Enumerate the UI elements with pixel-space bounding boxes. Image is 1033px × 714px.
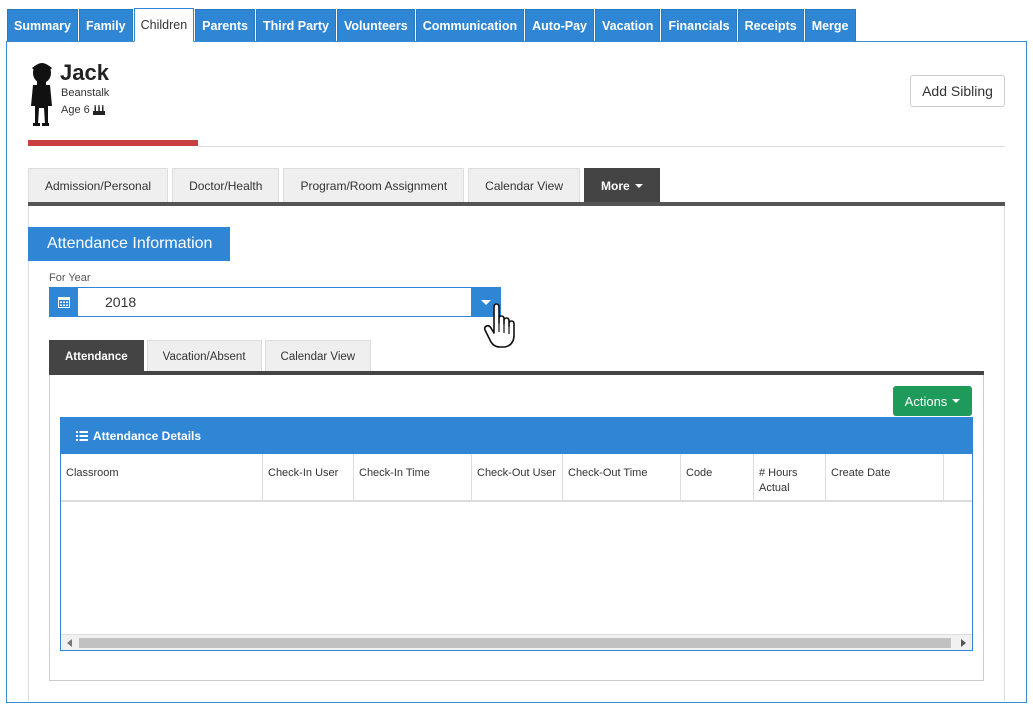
caret-down-icon xyxy=(634,183,643,188)
tab-summary[interactable]: Summary xyxy=(7,9,78,42)
tab-vacation-absent[interactable]: Vacation/Absent xyxy=(146,340,262,372)
tab-receipts[interactable]: Receipts xyxy=(737,9,804,42)
tab-auto-pay[interactable]: Auto-Pay xyxy=(525,9,595,42)
child-sub-tabs: Admission/Personal Doctor/Health Program… xyxy=(28,168,660,202)
tab-attendance-calendar-view[interactable]: Calendar View xyxy=(264,340,372,372)
tab-family[interactable]: Family xyxy=(78,9,133,42)
more-dropdown[interactable]: More xyxy=(584,168,660,202)
year-select[interactable]: 2018 xyxy=(49,287,501,317)
tab-doctor-health[interactable]: Doctor/Health xyxy=(172,168,280,202)
add-sibling-button[interactable]: Add Sibling xyxy=(910,75,1005,107)
tab-children[interactable]: Children xyxy=(133,8,195,42)
column-header-classroom[interactable]: Classroom xyxy=(61,454,263,500)
more-label: More xyxy=(601,178,630,193)
attendance-tabs: Attendance Vacation/Absent Calendar View xyxy=(49,340,372,372)
profile-divider xyxy=(198,146,1005,147)
table-header-row: Classroom Check-In User Check-In Time Ch… xyxy=(61,454,972,502)
scroll-left-arrow-icon[interactable] xyxy=(67,639,72,647)
birthday-cake-icon xyxy=(92,105,105,115)
caret-down-icon xyxy=(952,399,961,403)
hand-pointer-cursor-icon xyxy=(483,303,515,348)
tab-admission-personal[interactable]: Admission/Personal xyxy=(28,168,169,202)
tab-parents[interactable]: Parents xyxy=(195,9,256,42)
tab-communication[interactable]: Communication xyxy=(415,9,525,42)
child-first-name: Jack xyxy=(60,60,109,85)
tab-vacation[interactable]: Vacation xyxy=(595,9,661,42)
tab-third-party[interactable]: Third Party xyxy=(256,9,337,42)
table-title-bar: Attendance Details xyxy=(61,418,972,454)
tab-calendar-view[interactable]: Calendar View xyxy=(468,168,580,202)
actions-button[interactable]: Actions xyxy=(893,386,972,416)
year-value: 2018 xyxy=(105,294,137,310)
table-title: Attendance Details xyxy=(93,429,202,443)
column-header-code[interactable]: Code xyxy=(681,454,754,500)
column-header-create-date[interactable]: Create Date xyxy=(826,454,944,500)
column-header-check-in-time[interactable]: Check-In Time xyxy=(354,454,472,500)
for-year-label: For Year xyxy=(49,272,91,284)
profile-accent-bar xyxy=(28,140,198,146)
scrollbar-thumb[interactable] xyxy=(79,638,951,648)
column-header-check-in-user[interactable]: Check-In User xyxy=(263,454,354,500)
tab-financials[interactable]: Financials xyxy=(661,9,737,42)
list-icon xyxy=(76,431,88,441)
child-age-text: Age 6 xyxy=(61,104,90,116)
child-age: Age 6 xyxy=(61,104,105,116)
child-silhouette-icon xyxy=(31,63,52,126)
column-header-check-out-time[interactable]: Check-Out Time xyxy=(563,454,681,500)
child-last-name: Beanstalk xyxy=(61,87,110,99)
column-header-hours-actual[interactable]: # Hours Actual xyxy=(754,454,826,500)
attendance-details-table: Attendance Details Classroom Check-In Us… xyxy=(60,417,973,651)
tab-attendance[interactable]: Attendance xyxy=(49,340,144,372)
horizontal-scrollbar[interactable] xyxy=(61,634,972,650)
section-title: Attendance Information xyxy=(28,227,230,261)
column-header-check-out-user[interactable]: Check-Out User xyxy=(472,454,563,500)
calendar-icon xyxy=(50,288,78,316)
tab-volunteers[interactable]: Volunteers xyxy=(337,9,415,42)
top-tab-bar: Summary Family Children Parents Third Pa… xyxy=(7,8,856,42)
actions-label: Actions xyxy=(904,393,948,409)
tab-merge[interactable]: Merge xyxy=(804,9,856,42)
scroll-right-arrow-icon[interactable] xyxy=(961,639,966,647)
tab-program-room-assignment[interactable]: Program/Room Assignment xyxy=(283,168,465,202)
